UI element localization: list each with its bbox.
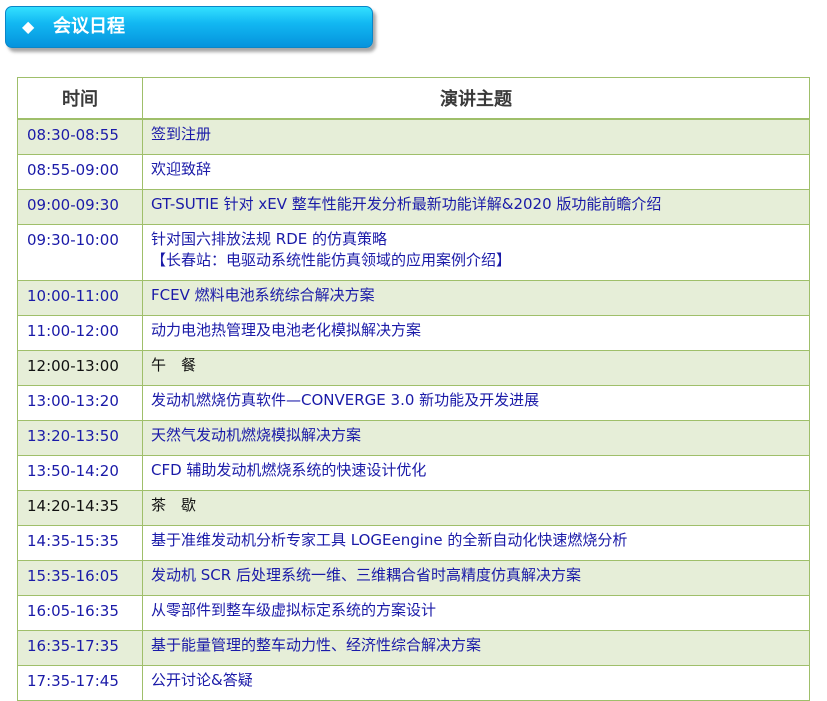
table-row: 17:35-17:45 公开讨论&答疑 bbox=[17, 665, 810, 701]
session-time: 15:35-16:05 bbox=[17, 560, 143, 596]
session-topic-text: 发动机燃烧仿真软件—CONVERGE 3.0 新功能及开发进展 bbox=[151, 391, 540, 409]
diamond-bullet-icon: ◆ bbox=[22, 17, 35, 36]
table-row: 13:50-14:20 CFD 辅助发动机燃烧系统的快速设计优化 bbox=[17, 455, 810, 491]
session-topic: 基于准维发动机分析专家工具 LOGEengine 的全新自动化快速燃烧分析 bbox=[142, 525, 810, 561]
session-topic: FCEV 燃料电池系统综合解决方案 bbox=[142, 280, 810, 316]
table-row: 16:05-16:35 从零部件到整车级虚拟标定系统的方案设计 bbox=[17, 595, 810, 631]
table-row: 08:30-08:55 签到注册 bbox=[17, 118, 810, 155]
session-topic-text: 欢迎致辞 bbox=[151, 160, 212, 178]
session-time: 13:50-14:20 bbox=[17, 455, 143, 491]
session-topic-text: 午 餐 bbox=[151, 356, 197, 374]
session-topic: 公开讨论&答疑 bbox=[142, 665, 810, 701]
session-time: 14:35-15:35 bbox=[17, 525, 143, 561]
session-time: 11:00-12:00 bbox=[17, 315, 143, 351]
time-column-header: 时间 bbox=[17, 77, 143, 120]
session-time: 09:30-10:00 bbox=[17, 224, 143, 281]
table-row: 08:55-09:00 欢迎致辞 bbox=[17, 154, 810, 190]
session-topic-subtext: 【长春站：电驱动系统性能仿真领域的应用案例介绍】 bbox=[151, 251, 512, 269]
session-topic-text: 茶 歇 bbox=[151, 496, 197, 514]
session-topic-text: GT-SUTIE 针对 xEV 整车性能开发分析最新功能详解&2020 版功能前… bbox=[151, 195, 662, 213]
session-topic-text: 发动机 SCR 后处理系统一维、三维耦合省时高精度仿真解决方案 bbox=[151, 566, 581, 584]
section-header-tab: ◆ 会议日程 bbox=[5, 6, 373, 48]
table-row: 14:35-15:35 基于准维发动机分析专家工具 LOGEengine 的全新自… bbox=[17, 525, 810, 561]
table-row: 09:30-10:00 针对国六排放法规 RDE 的仿真策略 【长春站：电驱动系统性… bbox=[17, 224, 810, 281]
table-row: 14:20-14:35 茶 歇 bbox=[17, 490, 810, 526]
session-topic: 基于能量管理的整车动力性、经济性综合解决方案 bbox=[142, 630, 810, 666]
session-time: 08:55-09:00 bbox=[17, 154, 143, 190]
session-topic-text: 针对国六排放法规 RDE 的仿真策略 bbox=[151, 230, 387, 248]
table-row: 10:00-11:00 FCEV 燃料电池系统综合解决方案 bbox=[17, 280, 810, 316]
agenda-body: 08:30-08:55 签到注册 08:55-09:00 欢迎致辞 09:00-09:3… bbox=[17, 118, 810, 701]
session-time: 13:20-13:50 bbox=[17, 420, 143, 456]
session-time: 08:30-08:55 bbox=[17, 118, 143, 155]
session-topic-text: 公开讨论&答疑 bbox=[151, 671, 253, 689]
session-topic: 茶 歇 bbox=[142, 490, 810, 526]
session-time: 16:05-16:35 bbox=[17, 595, 143, 631]
session-topic: 签到注册 bbox=[142, 118, 810, 155]
table-row: 15:35-16:05 发动机 SCR 后处理系统一维、三维耦合省时高精度仿真解决… bbox=[17, 560, 810, 596]
session-time: 12:00-13:00 bbox=[17, 350, 143, 386]
session-time: 13:00-13:20 bbox=[17, 385, 143, 421]
session-topic-text: FCEV 燃料电池系统综合解决方案 bbox=[151, 286, 375, 304]
session-topic-text: 动力电池热管理及电池老化模拟解决方案 bbox=[151, 321, 422, 339]
agenda-header-row: 时间 演讲主题 bbox=[17, 77, 810, 120]
session-topic: 欢迎致辞 bbox=[142, 154, 810, 190]
session-topic: 发动机 SCR 后处理系统一维、三维耦合省时高精度仿真解决方案 bbox=[142, 560, 810, 596]
table-row: 16:35-17:35 基于能量管理的整车动力性、经济性综合解决方案 bbox=[17, 630, 810, 666]
section-title: 会议日程 bbox=[53, 16, 125, 37]
session-topic: 针对国六排放法规 RDE 的仿真策略【长春站：电驱动系统性能仿真领域的应用案例介… bbox=[142, 224, 810, 281]
session-topic-text: 基于能量管理的整车动力性、经济性综合解决方案 bbox=[151, 636, 482, 654]
session-topic: 从零部件到整车级虚拟标定系统的方案设计 bbox=[142, 595, 810, 631]
session-time: 16:35-17:35 bbox=[17, 630, 143, 666]
session-time: 14:20-14:35 bbox=[17, 490, 143, 526]
session-topic-text: 基于准维发动机分析专家工具 LOGEengine 的全新自动化快速燃烧分析 bbox=[151, 531, 628, 549]
session-topic-text: 天然气发动机燃烧模拟解决方案 bbox=[151, 426, 362, 444]
session-topic: 发动机燃烧仿真软件—CONVERGE 3.0 新功能及开发进展 bbox=[142, 385, 810, 421]
session-topic: CFD 辅助发动机燃烧系统的快速设计优化 bbox=[142, 455, 810, 491]
session-topic-text: 签到注册 bbox=[151, 125, 212, 143]
table-row: 11:00-12:00 动力电池热管理及电池老化模拟解决方案 bbox=[17, 315, 810, 351]
table-row: 13:20-13:50 天然气发动机燃烧模拟解决方案 bbox=[17, 420, 810, 456]
session-topic: 午 餐 bbox=[142, 350, 810, 386]
agenda-table: 时间 演讲主题 08:30-08:55 签到注册 08:55-09:00 欢迎致辞 09… bbox=[17, 77, 810, 701]
topic-column-header: 演讲主题 bbox=[142, 77, 810, 120]
session-topic: 动力电池热管理及电池老化模拟解决方案 bbox=[142, 315, 810, 351]
session-time: 09:00-09:30 bbox=[17, 189, 143, 225]
session-topic: 天然气发动机燃烧模拟解决方案 bbox=[142, 420, 810, 456]
table-row: 09:00-09:30 GT-SUTIE 针对 xEV 整车性能开发分析最新功能详… bbox=[17, 189, 810, 225]
table-row: 13:00-13:20 发动机燃烧仿真软件—CONVERGE 3.0 新功能及开发… bbox=[17, 385, 810, 421]
session-topic-text: 从零部件到整车级虚拟标定系统的方案设计 bbox=[151, 601, 437, 619]
session-time: 17:35-17:45 bbox=[17, 665, 143, 701]
session-time: 10:00-11:00 bbox=[17, 280, 143, 316]
session-topic-text: CFD 辅助发动机燃烧系统的快速设计优化 bbox=[151, 461, 427, 479]
table-row: 12:00-13:00 午 餐 bbox=[17, 350, 810, 386]
session-topic: GT-SUTIE 针对 xEV 整车性能开发分析最新功能详解&2020 版功能前… bbox=[142, 189, 810, 225]
